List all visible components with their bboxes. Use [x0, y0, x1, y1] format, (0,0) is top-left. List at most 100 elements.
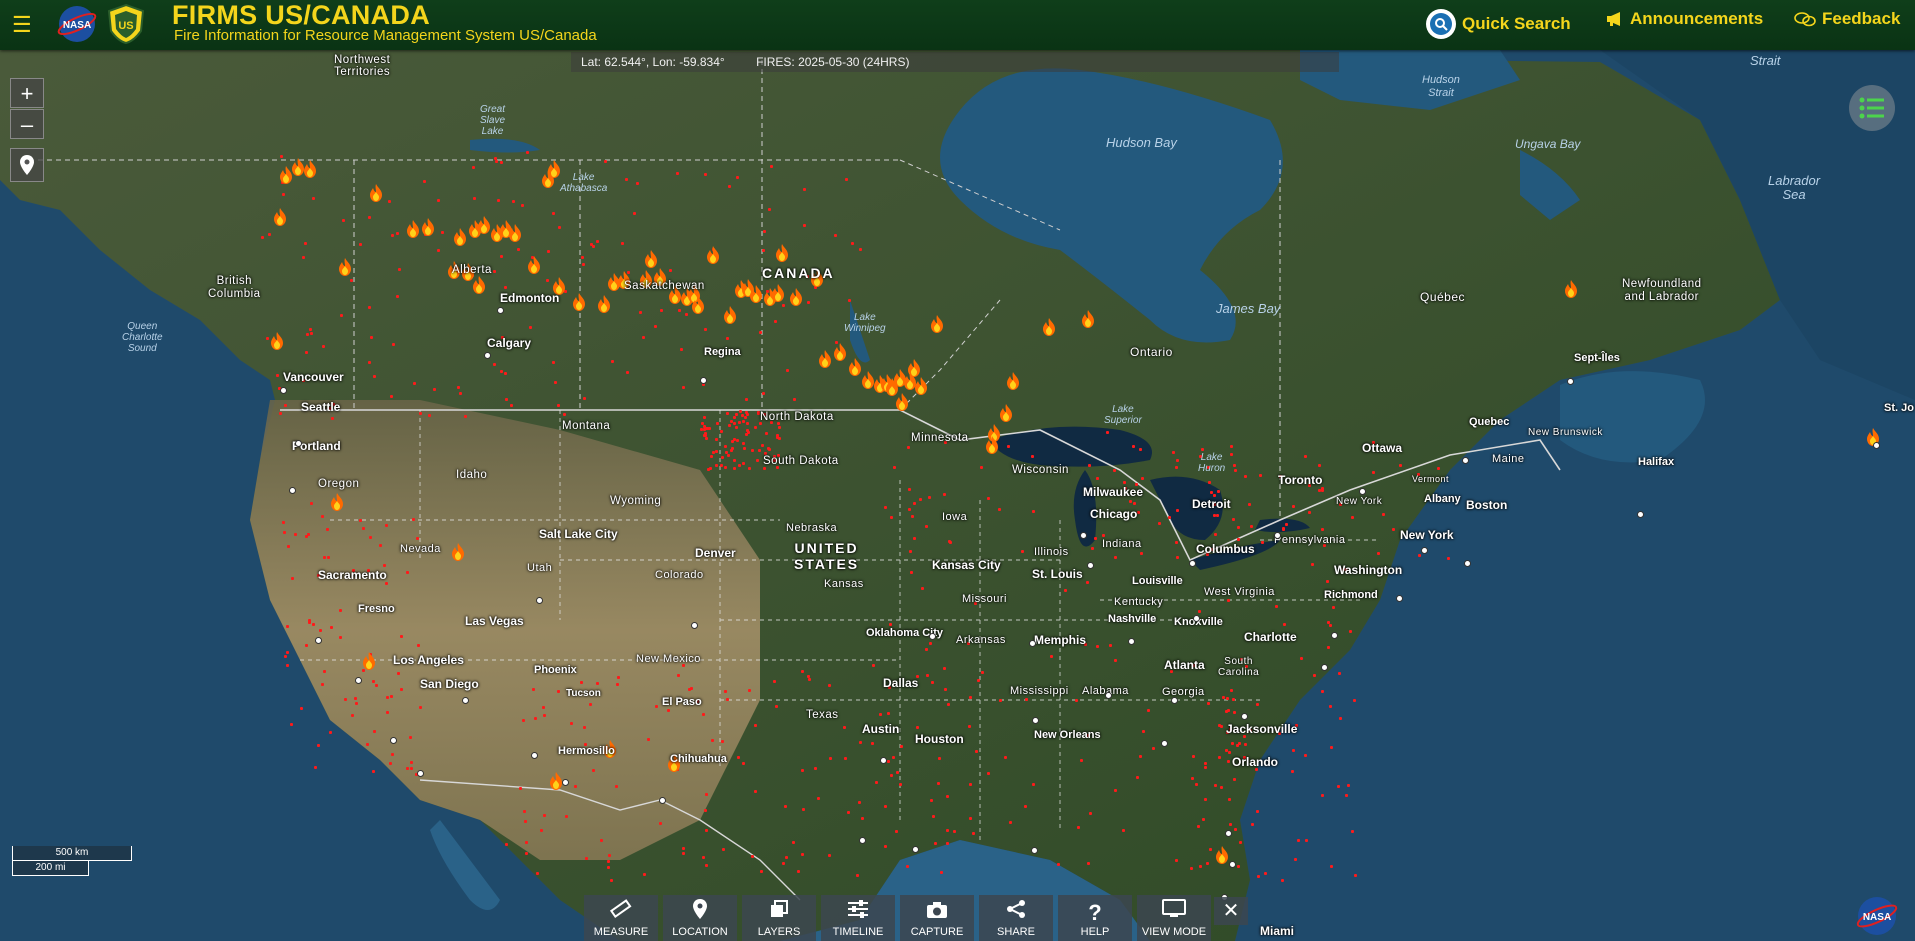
hotspot-marker [432, 387, 436, 391]
hotspot-marker [1249, 525, 1253, 529]
hotspot-marker [396, 672, 400, 676]
fire-icon[interactable] [549, 772, 563, 790]
fire-icon[interactable] [527, 256, 541, 274]
map-label-new-york-city: New York [1400, 528, 1454, 542]
fire-icon[interactable] [477, 216, 491, 234]
fire-icon[interactable] [907, 359, 921, 377]
measure-button[interactable]: MEASURE [584, 895, 658, 941]
hotspot-marker [828, 853, 832, 857]
hotspot-marker [293, 532, 297, 536]
fire-icon[interactable] [775, 244, 789, 262]
fire-icon[interactable] [706, 246, 720, 264]
fire-icon[interactable] [303, 160, 317, 178]
fire-icon[interactable] [572, 293, 586, 311]
fire-map[interactable]: Northwest Territories Great Slave Lake Lake… [0, 50, 1915, 941]
hotspot-marker [782, 303, 786, 307]
fire-icon[interactable] [270, 332, 284, 350]
map-label-el-paso: El Paso [662, 696, 702, 708]
city-marker [912, 846, 919, 853]
fire-icon[interactable] [508, 224, 522, 242]
fire-icon[interactable] [421, 218, 435, 236]
hotspot-marker [732, 467, 736, 471]
fire-icon[interactable] [547, 160, 561, 178]
locate-pin-button[interactable] [10, 148, 44, 182]
announcements-button[interactable]: Announcements [1606, 9, 1763, 29]
map-label-tucson: Tucson [566, 688, 601, 699]
hotspot-marker [374, 683, 378, 687]
location-button[interactable]: LOCATION [663, 895, 737, 941]
fire-icon[interactable] [1042, 318, 1056, 336]
layers-button[interactable]: LAYERS [742, 895, 816, 941]
fire-icon[interactable] [833, 343, 847, 361]
fire-icon[interactable] [1006, 372, 1020, 390]
hotspot-marker [1284, 523, 1288, 527]
fire-icon[interactable] [999, 404, 1013, 422]
fire-icon[interactable] [338, 258, 352, 276]
close-toolbar-button[interactable]: ✕ [1214, 897, 1248, 925]
fire-icon[interactable] [723, 306, 737, 324]
map-label-jacksonville: Jacksonville [1226, 722, 1298, 736]
map-label-utah: Utah [527, 562, 553, 574]
fire-icon[interactable] [406, 220, 420, 238]
map-label-los-angeles: Los Angeles [393, 653, 464, 667]
fire-icon[interactable] [691, 296, 705, 314]
timeline-button[interactable]: TIMELINE [821, 895, 895, 941]
fire-icon[interactable] [597, 295, 611, 313]
city-marker [1189, 560, 1196, 567]
hotspot-marker [314, 765, 318, 769]
fire-icon[interactable] [848, 358, 862, 376]
hamburger-menu-button[interactable]: ☰ [12, 12, 34, 38]
fire-icon[interactable] [749, 285, 763, 303]
map-label-lake-superior: Lake Superior [1104, 404, 1142, 426]
hotspot-marker [874, 781, 878, 785]
fire-icon[interactable] [369, 184, 383, 202]
city-marker [1462, 457, 1469, 464]
fire-icon[interactable] [644, 250, 658, 268]
fire-icon[interactable] [818, 350, 832, 368]
fire-icon[interactable] [914, 377, 928, 395]
fire-icon[interactable] [789, 288, 803, 306]
fire-icon[interactable] [472, 276, 486, 294]
city-marker [484, 352, 491, 359]
quick-search-button[interactable]: Quick Search [1426, 9, 1571, 39]
fire-icon[interactable] [895, 393, 909, 411]
fire-icon[interactable] [985, 436, 999, 454]
fire-icon[interactable] [451, 543, 465, 561]
fire-icon[interactable] [330, 493, 344, 511]
hotspot-marker [386, 710, 390, 714]
city-marker [562, 779, 569, 786]
hotspot-marker [803, 224, 807, 228]
hotspot-marker [1229, 688, 1233, 692]
capture-button[interactable]: CAPTURE [900, 895, 974, 941]
map-label-sacramento: Sacramento [318, 568, 387, 582]
layer-list-toggle-button[interactable] [1849, 85, 1895, 131]
fire-icon[interactable] [771, 284, 785, 302]
map-label-wisconsin: Wisconsin [1012, 464, 1069, 476]
hotspot-marker [806, 300, 810, 304]
hotspot-marker [943, 493, 947, 497]
city-marker [1567, 378, 1574, 385]
help-button[interactable]: ? HELP [1058, 895, 1132, 941]
city-marker [315, 637, 322, 644]
hotspot-marker [898, 782, 902, 786]
hotspot-marker [1204, 797, 1208, 801]
fire-icon[interactable] [1215, 846, 1229, 864]
fire-icon[interactable] [453, 228, 467, 246]
fire-icon[interactable] [362, 652, 376, 670]
hotspot-marker [1219, 725, 1223, 729]
hotspot-marker [1227, 760, 1231, 764]
fire-icon[interactable] [273, 208, 287, 226]
hotspot-marker [510, 403, 514, 407]
view-mode-button[interactable]: VIEW MODE [1137, 895, 1211, 941]
zoom-out-button[interactable]: – [10, 109, 44, 139]
hotspot-marker [327, 555, 331, 559]
fire-icon[interactable] [1564, 280, 1578, 298]
hotspot-marker [773, 319, 777, 323]
hotspot-marker [899, 744, 903, 748]
feedback-button[interactable]: Feedback [1794, 9, 1900, 29]
fire-icon[interactable] [930, 315, 944, 333]
fire-icon[interactable] [1081, 310, 1095, 328]
hotspot-marker [261, 236, 265, 240]
zoom-in-button[interactable]: + [10, 78, 44, 108]
share-button[interactable]: SHARE [979, 895, 1053, 941]
